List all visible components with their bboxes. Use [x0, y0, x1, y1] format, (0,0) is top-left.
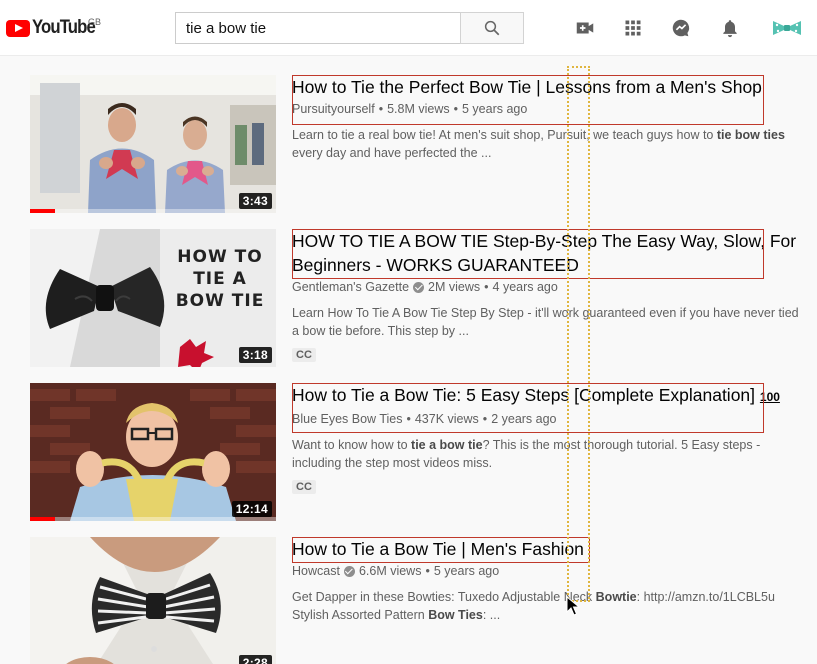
- search-input[interactable]: [176, 13, 461, 43]
- video-description: Get Dapper in these Bowties: Tuxedo Adju…: [292, 590, 775, 622]
- video-description: Learn How To Tie A Bow Tie Step By Step …: [292, 306, 799, 338]
- video-meta: Howcast 6.6M views • 5 years ago: [292, 562, 500, 580]
- channel-name[interactable]: Howcast: [292, 562, 340, 580]
- region-code: GB: [88, 17, 102, 27]
- apps-grid-icon[interactable]: [621, 16, 645, 40]
- verified-badge-icon: [413, 281, 425, 293]
- thumbnail-text-line: HOW TO: [177, 247, 262, 267]
- video-info: HOW TO TIE A BOW TIE Step-By-Step The Ea…: [292, 229, 802, 363]
- masthead: YouTube GB: [0, 0, 817, 56]
- search-icon: [484, 20, 500, 36]
- view-count: 2M views: [428, 280, 481, 294]
- thumbnail-text-line: TIE A: [193, 269, 247, 289]
- video-result[interactable]: 3:43 How to Tie the Perfect Bow Tie | Le…: [30, 75, 810, 215]
- youtube-play-icon: [6, 19, 30, 37]
- upload-age: 4 years ago: [492, 280, 558, 294]
- create-video-icon[interactable]: [573, 16, 597, 40]
- video-description: Learn to tie a real bow tie! At men's su…: [292, 128, 785, 160]
- logo-text: YouTube: [32, 17, 96, 38]
- mouse-cursor-icon: [566, 596, 580, 616]
- video-info: How to Tie the Perfect Bow Tie | Lessons…: [292, 75, 802, 162]
- notifications-bell-icon[interactable]: [718, 16, 742, 40]
- video-duration: 12:14: [231, 501, 272, 517]
- thumbnail-image: [30, 537, 276, 664]
- selection-guide-overlay: [567, 66, 590, 602]
- video-description: Want to know how to tie a bow tie? This …: [292, 438, 761, 470]
- video-result[interactable]: 2:28 How to Tie a Bow Tie | Men's Fashio…: [30, 537, 810, 664]
- video-info: How to Tie a Bow Tie | Men's Fashion How…: [292, 537, 802, 624]
- video-info: How to Tie a Bow Tie: 5 Easy Steps [Comp…: [292, 383, 802, 495]
- search-button[interactable]: [460, 12, 524, 44]
- video-thumbnail[interactable]: 3:43: [30, 75, 276, 213]
- video-thumbnail[interactable]: 2:28: [30, 537, 276, 664]
- channel-name[interactable]: Gentleman's Gazette: [292, 278, 409, 296]
- search-box[interactable]: [175, 12, 461, 44]
- video-duration: 2:28: [238, 655, 272, 664]
- account-avatar-icon[interactable]: [771, 16, 803, 40]
- cc-badge: CC: [292, 480, 316, 494]
- thumbnail-text-line: BOW TIE: [176, 291, 265, 311]
- verified-badge-icon: [343, 565, 355, 577]
- messages-icon[interactable]: [669, 16, 693, 40]
- cc-badge: CC: [292, 348, 316, 362]
- video-duration: 3:18: [238, 347, 272, 363]
- view-count: 6.6M views: [358, 564, 422, 578]
- video-thumbnail[interactable]: 12:14: [30, 383, 276, 521]
- upload-age: 5 years ago: [433, 564, 500, 578]
- video-result[interactable]: 12:14 How to Tie a Bow Tie: 5 Easy Steps…: [30, 383, 810, 523]
- video-meta: Gentleman's Gazette 2M views • 4 years a…: [292, 278, 558, 296]
- video-thumbnail[interactable]: HOW TO TIE A BOW TIE 3:18: [30, 229, 276, 367]
- watch-progress-bar: [30, 209, 55, 213]
- video-duration: 3:43: [238, 193, 272, 209]
- watch-progress-bar: [30, 517, 55, 521]
- video-result[interactable]: HOW TO TIE A BOW TIE 3:18 HOW TO TIE A B…: [30, 229, 810, 369]
